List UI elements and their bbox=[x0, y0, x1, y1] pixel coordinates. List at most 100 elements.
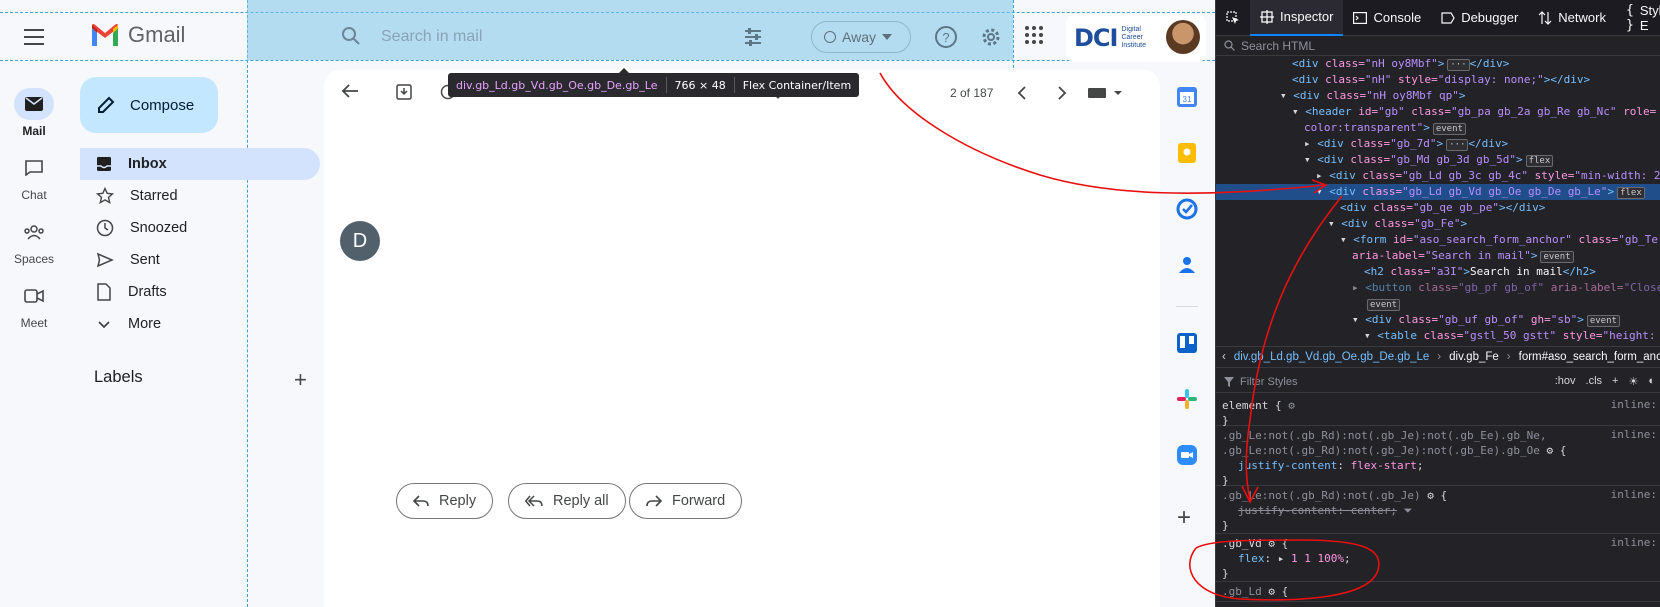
dark-theme-icon[interactable]: ◐ bbox=[1648, 375, 1655, 388]
forward-icon bbox=[646, 495, 662, 507]
zoom-icon[interactable] bbox=[1176, 444, 1198, 466]
filter-styles-input[interactable]: Filter Styles bbox=[1240, 376, 1297, 388]
rule-source[interactable]: inline: bbox=[1611, 398, 1657, 411]
archive-icon[interactable] bbox=[396, 84, 412, 100]
status-dropdown[interactable]: Away bbox=[811, 21, 911, 53]
html-search-input[interactable]: Search HTML bbox=[1241, 39, 1315, 53]
tree-node[interactable]: ▾ <form id="aso_search_form_anchor" clas… bbox=[1216, 232, 1660, 248]
tree-node[interactable]: ▾ <div class="gb_Md gb_3d gb_5d"> flex bbox=[1216, 152, 1660, 168]
hover-state-toggle[interactable]: :hov bbox=[1555, 375, 1576, 388]
add-label-icon[interactable]: + bbox=[294, 367, 307, 393]
filter-icon bbox=[1224, 376, 1234, 387]
tree-node[interactable]: ▾ <div class="nH oy8Mbf qp"> bbox=[1216, 88, 1660, 104]
older-chevron-icon[interactable] bbox=[1057, 86, 1067, 100]
tab-debugger[interactable]: Debugger bbox=[1431, 0, 1528, 36]
tree-node[interactable]: color:transparent"> event bbox=[1216, 120, 1660, 136]
nav-item-sent[interactable]: Sent bbox=[80, 244, 320, 276]
rule-source[interactable]: inline: bbox=[1611, 428, 1657, 441]
main-menu-icon[interactable] bbox=[20, 23, 48, 51]
google-apps-icon[interactable] bbox=[1025, 26, 1043, 44]
get-addons-icon[interactable]: + bbox=[1177, 504, 1191, 532]
tab-label: Console bbox=[1373, 10, 1422, 25]
tree-node[interactable]: ▾ <div class="gb_uf gb_of" gh="sb"> event bbox=[1216, 312, 1660, 328]
status-ring-icon bbox=[824, 31, 836, 43]
rule-justify-start: .gb_Le:not(.gb_Rd):not(.gb_Je):not(.gb_E… bbox=[1216, 426, 1660, 487]
nav-item-inbox[interactable]: Inbox bbox=[80, 148, 320, 180]
help-icon[interactable]: ? bbox=[934, 25, 958, 49]
tree-node[interactable]: <div class="gb_qe gb_pe"></div> bbox=[1216, 200, 1660, 216]
reply-label: Reply bbox=[439, 493, 477, 509]
tree-node[interactable]: ▾ <table class="gstl_50 gstt" style="hei… bbox=[1216, 328, 1660, 342]
rail-label: Mail bbox=[22, 124, 46, 138]
element-picker-icon[interactable] bbox=[1216, 0, 1250, 36]
class-toggle[interactable]: .cls bbox=[1586, 375, 1603, 388]
tree-node[interactable]: ▸ <div class="gb_7d"> ··· </div> bbox=[1216, 136, 1660, 152]
rail-label: Meet bbox=[20, 316, 48, 330]
reply-button[interactable]: Reply bbox=[396, 483, 494, 519]
search-icon[interactable] bbox=[341, 26, 361, 46]
rail-label: Chat bbox=[21, 188, 47, 202]
sender-avatar[interactable]: D bbox=[340, 221, 380, 261]
nav-label: More bbox=[128, 316, 162, 332]
tasks-icon[interactable] bbox=[1176, 198, 1198, 220]
nav-label: Inbox bbox=[128, 156, 167, 172]
gmail-logo[interactable]: Gmail bbox=[90, 22, 185, 48]
tab-console[interactable]: Console bbox=[1343, 0, 1431, 36]
search-bar[interactable]: Search in mail bbox=[325, 15, 781, 59]
nav-item-snoozed[interactable]: Snoozed bbox=[80, 212, 320, 244]
tree-node[interactable]: <h2 class="a3I">Search in mail</h2> bbox=[1216, 264, 1660, 280]
keep-icon[interactable] bbox=[1176, 142, 1198, 164]
tree-node-selected[interactable]: ▾ <div class="gb_Ld gb_Vd gb_Oe gb_De gb… bbox=[1216, 184, 1660, 200]
tree-node[interactable]: event bbox=[1216, 296, 1660, 312]
tree-node[interactable]: <div class="nH oy8Mbf"> ··· </div> bbox=[1216, 56, 1660, 72]
html-search[interactable]: Search HTML bbox=[1216, 36, 1660, 56]
tree-node[interactable]: ▾ <div class="gb_Fe"> bbox=[1216, 216, 1660, 232]
star-icon bbox=[96, 187, 114, 205]
tab-network[interactable]: Network bbox=[1528, 0, 1616, 36]
back-arrow-icon[interactable] bbox=[341, 83, 359, 99]
rail-item-meet[interactable]: Meet bbox=[0, 280, 68, 330]
nav-item-more[interactable]: More bbox=[80, 308, 320, 340]
contacts-icon[interactable] bbox=[1176, 254, 1198, 276]
tree-node[interactable]: ▾ <header id="gb" class="gb_pa gb_2a gb_… bbox=[1216, 104, 1660, 120]
light-theme-icon[interactable]: ☀ bbox=[1628, 375, 1638, 388]
tree-node[interactable]: ▸ <div class="gb_Ld gb_3c gb_4c" style="… bbox=[1216, 168, 1660, 184]
message-panel bbox=[324, 70, 1160, 607]
tab-style-editor[interactable]: { } Style E bbox=[1616, 0, 1660, 36]
chevron-down-icon bbox=[98, 321, 110, 329]
tooltip-divider bbox=[665, 77, 667, 93]
rail-item-mail[interactable]: Mail bbox=[0, 88, 68, 138]
rail-item-chat[interactable]: Chat bbox=[0, 152, 68, 202]
tree-node[interactable]: aria-label="Search in mail"> event bbox=[1216, 248, 1660, 264]
reply-all-button[interactable]: Reply all bbox=[508, 483, 626, 519]
search-input[interactable]: Search in mail bbox=[381, 28, 482, 46]
labels-heading: Labels bbox=[94, 368, 143, 386]
slack-icon[interactable] bbox=[1176, 388, 1198, 410]
compose-button[interactable]: Compose bbox=[80, 77, 218, 133]
account-badge[interactable]: DCI Digital Career Institute bbox=[1066, 14, 1206, 62]
profile-avatar[interactable] bbox=[1166, 20, 1200, 54]
rail-item-spaces[interactable]: Spaces bbox=[0, 216, 68, 266]
rule-source[interactable]: inline: bbox=[1611, 536, 1657, 549]
breadcrumb-item[interactable]: div.gb_Fe bbox=[1449, 351, 1499, 363]
forward-button[interactable]: Forward bbox=[629, 483, 743, 519]
add-rule-icon[interactable]: + bbox=[1612, 375, 1618, 388]
trello-icon[interactable] bbox=[1176, 332, 1198, 354]
breadcrumb-item[interactable]: form#aso_search_form_anch bbox=[1519, 351, 1660, 363]
rule-gb-ld: .gb_Ld ⚙ { bbox=[1216, 582, 1660, 602]
rule-source[interactable]: inline: bbox=[1611, 488, 1657, 501]
tab-inspector[interactable]: Inspector bbox=[1250, 0, 1344, 36]
search-options-icon[interactable] bbox=[743, 27, 763, 47]
nav-item-starred[interactable]: Starred bbox=[80, 180, 320, 212]
calendar-icon[interactable]: 31 bbox=[1176, 86, 1198, 108]
breadcrumb-back-icon[interactable]: ‹ bbox=[1222, 351, 1226, 363]
newer-chevron-icon[interactable] bbox=[1017, 86, 1027, 100]
tree-node[interactable]: <div class="nH" style="display: none;"><… bbox=[1216, 72, 1660, 88]
breadcrumb-item[interactable]: div.gb_Ld.gb_Vd.gb_Oe.gb_De.gb_Le bbox=[1234, 351, 1429, 363]
org-logo-mark: DCI bbox=[1074, 24, 1118, 52]
input-tools-icon[interactable] bbox=[1088, 87, 1122, 99]
settings-gear-icon[interactable] bbox=[979, 25, 1003, 49]
reply-icon bbox=[413, 495, 429, 507]
nav-item-drafts[interactable]: Drafts bbox=[80, 276, 320, 308]
tree-node[interactable]: ▸ <button class="gb_pf gb_of" aria-label… bbox=[1216, 280, 1660, 296]
